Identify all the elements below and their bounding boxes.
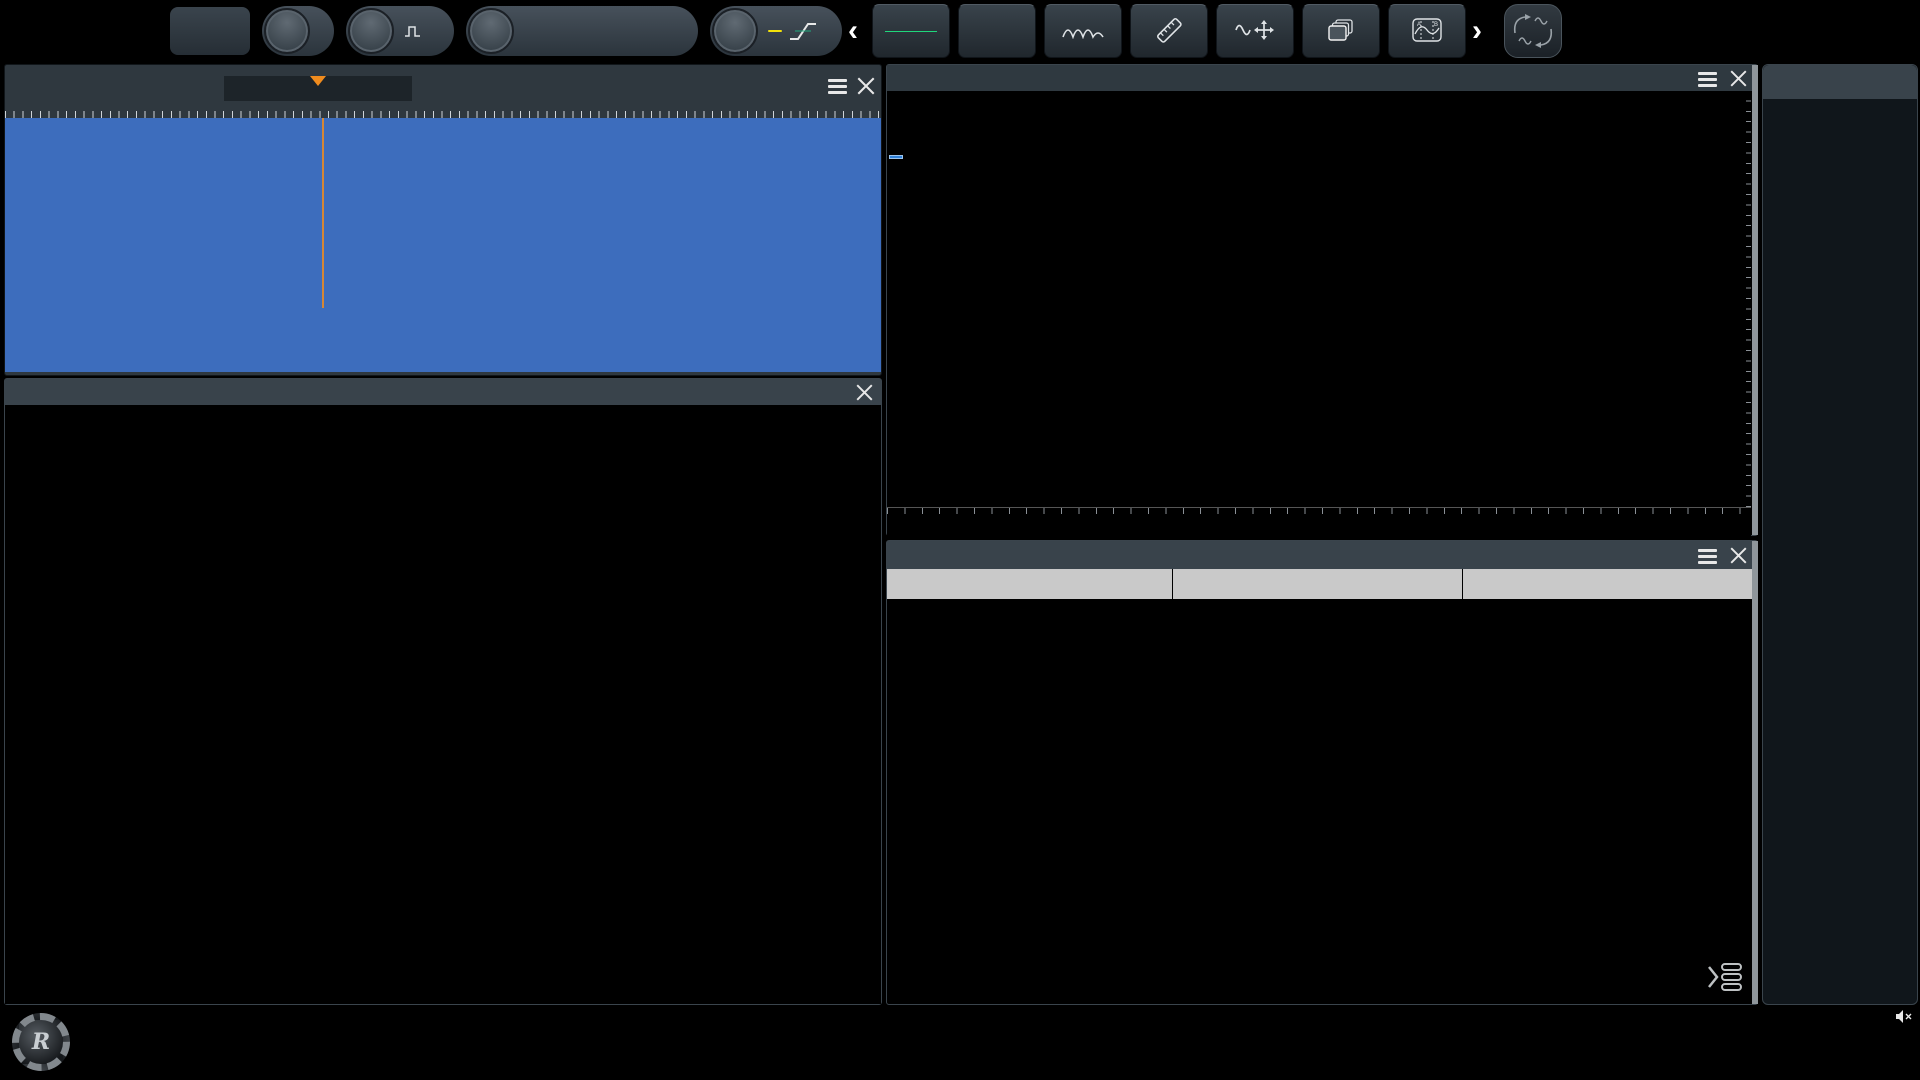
table-header-row: [887, 569, 1753, 599]
rtsa-button[interactable]: [1044, 4, 1122, 58]
trigger-source-badge: [768, 30, 782, 32]
menu-icon[interactable]: [828, 79, 847, 94]
col-freq[interactable]: [1173, 569, 1463, 599]
col-index[interactable]: [887, 569, 1173, 599]
cursor-ab-icon: AB: [1412, 18, 1442, 42]
trigger-pill[interactable]: [710, 6, 842, 56]
fft-titlebar: [887, 65, 1757, 91]
panel-edge: [1752, 541, 1758, 1004]
ruler-icon: [1154, 17, 1184, 43]
swap-arrows-icon: [1511, 11, 1555, 51]
chevron-right-icon[interactable]: ›: [1472, 16, 1482, 46]
stacked-windows-icon: [1328, 19, 1354, 41]
a-knob[interactable]: [348, 8, 394, 54]
bottom-status-bar: R: [0, 1005, 1920, 1080]
measure-button[interactable]: [1130, 4, 1208, 58]
trigger-position-triangle[interactable]: [310, 76, 326, 94]
close-icon[interactable]: [1730, 70, 1747, 87]
close-icon[interactable]: [856, 384, 873, 401]
spectrum-area[interactable]: [887, 91, 1751, 507]
default-button[interactable]: [958, 4, 1036, 58]
fft-right-tick-ruler: [1744, 91, 1751, 507]
stop-run-button[interactable]: [872, 4, 950, 58]
divider: [885, 31, 937, 32]
cursor-button[interactable]: AB: [1388, 4, 1466, 58]
rising-edge-icon: [788, 18, 818, 44]
fft-panel: [886, 64, 1758, 536]
close-icon[interactable]: [1730, 547, 1747, 564]
record-button[interactable]: [1216, 4, 1294, 58]
panel-edge: [1752, 65, 1758, 535]
acquisition-preview-strip[interactable]: [224, 76, 412, 101]
t-knob[interactable]: [712, 8, 758, 54]
fft-frequency-labels: [887, 507, 1751, 536]
h-knob[interactable]: [264, 8, 310, 54]
speaker-muted-icon[interactable]: [1895, 1009, 1912, 1024]
trigger-status[interactable]: [170, 7, 250, 55]
peak-search-panel: [886, 540, 1758, 1005]
menu-icon[interactable]: [1698, 549, 1717, 564]
main-waveform-area[interactable]: [5, 118, 881, 372]
peak-table: [887, 569, 1753, 599]
math1-marker-badge[interactable]: [889, 155, 903, 159]
d-knob[interactable]: [468, 8, 514, 54]
delay-pill[interactable]: [466, 6, 698, 56]
results-title: [1763, 65, 1917, 99]
mode-switch-button[interactable]: [1504, 4, 1562, 58]
tick-ruler: [5, 111, 881, 118]
peak-search-titlebar: [887, 541, 1757, 569]
results-sidebar: [1762, 64, 1918, 1005]
multi-window-button[interactable]: [1302, 4, 1380, 58]
col-ampl[interactable]: [1463, 569, 1753, 599]
delayed-sweep-titlebar: [5, 379, 881, 405]
spectrum-icon: [1062, 21, 1104, 39]
delayed-sweep-panel: [4, 378, 882, 1005]
svg-text:B: B: [1434, 22, 1438, 28]
drag-handle-icon[interactable]: [1705, 960, 1745, 994]
chevron-left-icon[interactable]: ‹: [848, 16, 858, 46]
clock-block: [1732, 1009, 1912, 1024]
wave-move-icon: [1235, 20, 1275, 40]
trigger-position-line: [322, 118, 324, 308]
close-icon[interactable]: [857, 77, 875, 95]
top-toolbar: ‹ AB ›: [0, 0, 1920, 62]
menu-icon[interactable]: [1698, 72, 1717, 87]
waveform-view-panel: [4, 64, 882, 376]
svg-text:A: A: [1417, 22, 1421, 28]
pulse-icon: [404, 25, 422, 38]
zoom-waveform-area[interactable]: [5, 405, 881, 1004]
acquisition-pill[interactable]: [346, 6, 454, 56]
rigol-gear-logo[interactable]: R: [12, 1013, 70, 1071]
horizontal-timebase-pill[interactable]: [262, 6, 334, 56]
